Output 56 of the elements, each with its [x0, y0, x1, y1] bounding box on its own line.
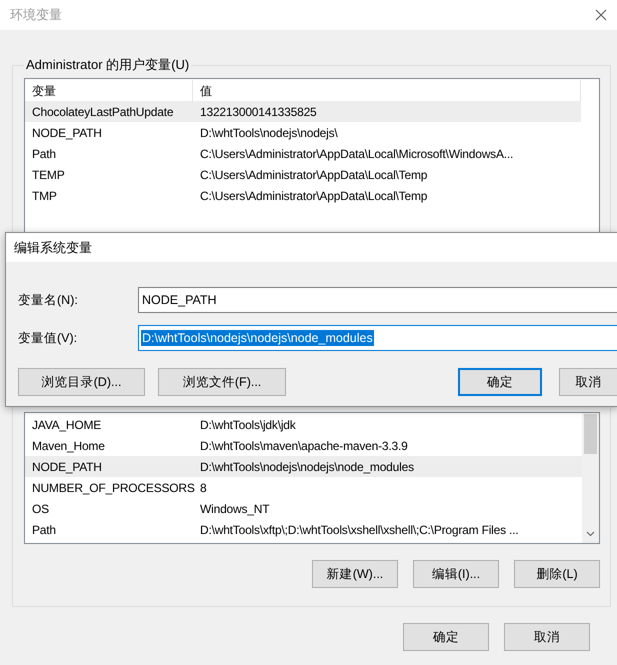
variable-value: D:\whtTools\nodejs\nodejs\node_modules — [199, 460, 415, 474]
variable-row[interactable]: ChocolateyLastPathUpdate 132213000141335825 — [25, 101, 581, 122]
dialog-button[interactable]: 取消 — [504, 623, 590, 651]
variable-row[interactable]: TMP C:\Users\Administrator\AppData\Local\Temp — [25, 185, 581, 206]
variable-name: TEMP — [31, 168, 66, 182]
scrollbar-thumb[interactable] — [584, 414, 597, 454]
variable-value: C:\Users\Administrator\AppData\Local\Microsoft\WindowsA... — [199, 146, 514, 160]
variable-row[interactable]: NODE_PATH D:\whtTools\nodejs\nodejs\ — [25, 122, 581, 143]
field-label: 变量值(V): — [17, 330, 78, 346]
variable-value: Windows_NT — [199, 502, 270, 516]
text-field[interactable]: NODE_PATH — [138, 287, 617, 313]
dialog-button[interactable]: 浏览文件(F)... — [158, 368, 286, 396]
system-variable-list[interactable] — [24, 412, 600, 544]
variable-value: C:\Users\Administrator\AppData\Local\Temp — [199, 168, 428, 182]
variable-name: NODE_PATH — [31, 126, 103, 140]
dialog-button[interactable]: 浏览目录(D)... — [18, 368, 146, 396]
variable-name: NUMBER_OF_PROCESSORS — [31, 480, 193, 494]
variable-row[interactable]: JAVA_HOME D:\whtTools\jdk\jdk — [25, 414, 582, 435]
field-label: 变量名(N): — [17, 292, 79, 308]
variable-row[interactable]: NUMBER_OF_PROCESSORS 8 — [25, 477, 582, 498]
variable-name: OS — [31, 502, 50, 516]
variable-name: NODE_PATH — [31, 460, 103, 474]
close-icon[interactable] — [595, 9, 607, 21]
variable-name: Path — [31, 522, 57, 536]
field-value: NODE_PATH — [141, 292, 218, 308]
chevron-down-icon[interactable] — [586, 531, 595, 537]
dialog-button[interactable]: 确定 — [403, 623, 489, 651]
window-title: 环境变量 — [10, 6, 62, 24]
variable-row[interactable]: Path D:\whtTools\xftp\;D:\whtTools\xshell\xshell\;C:\Program Files ... — [25, 519, 582, 540]
variable-row[interactable]: NODE_PATH D:\whtTools\nodejs\nodejs\node_modules — [25, 456, 582, 477]
variable-name: JAVA_HOME — [31, 418, 102, 432]
variable-value: C:\Users\Administrator\AppData\Local\Temp — [199, 188, 428, 202]
variable-value: D:\whtTools\jdk\jdk — [199, 418, 297, 432]
list-action-button[interactable]: 删除(L) — [514, 560, 600, 588]
variable-name: ChocolateyLastPathUpdate — [31, 104, 174, 118]
list-action-button[interactable]: 新建(W)... — [312, 560, 398, 588]
dialog-button[interactable]: 确定 — [458, 368, 542, 396]
scrollbar[interactable] — [582, 413, 599, 543]
variable-value: D:\whtTools\nodejs\nodejs\ — [199, 126, 339, 140]
dialog-title: 编辑系统变量 — [14, 238, 92, 256]
list-action-button[interactable]: 编辑(I)... — [413, 560, 499, 588]
variable-value: 132213000141335825 — [199, 104, 318, 118]
variable-row[interactable]: Maven_Home D:\whtTools\maven\apache-maven-3.3.9 — [25, 435, 582, 456]
variable-value: D:\whtTools\xftp\;D:\whtTools\xshell\xshell\;C:\Program Files ... — [199, 522, 520, 536]
dialog-button[interactable]: 取消 — [558, 368, 617, 396]
variable-value: 8 — [199, 480, 208, 494]
group-label: Administrator 的用户变量(U) — [25, 56, 190, 74]
variable-row[interactable]: TEMP C:\Users\Administrator\AppData\Local\Temp — [25, 164, 581, 185]
variable-name: Maven_Home — [31, 438, 106, 452]
variable-value: D:\whtTools\maven\apache-maven-3.3.9 — [199, 438, 409, 452]
text-field[interactable]: D:\whtTools\nodejs\nodejs\node_modules — [138, 325, 617, 351]
variable-row[interactable]: OS Windows_NT — [25, 498, 582, 519]
variable-name: Path — [31, 146, 57, 160]
variable-row[interactable]: Path C:\Users\Administrator\AppData\Local\Microsoft\WindowsA... — [25, 143, 581, 164]
field-value: D:\whtTools\nodejs\nodejs\node_modules — [141, 330, 374, 346]
variable-name: TMP — [31, 188, 58, 202]
